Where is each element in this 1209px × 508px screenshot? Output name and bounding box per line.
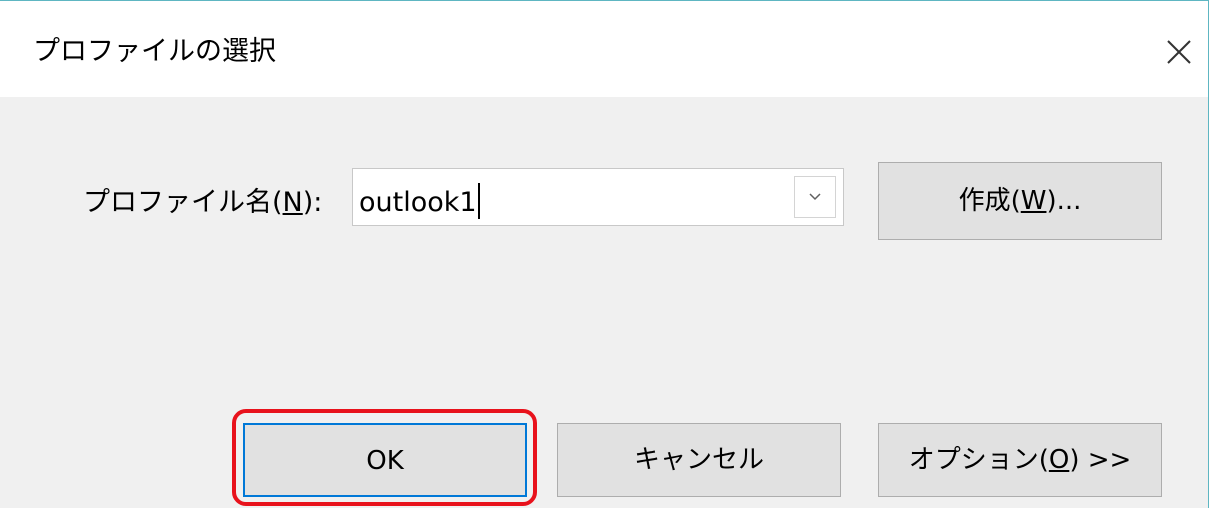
profile-dropdown-button[interactable] <box>794 176 836 218</box>
cancel-label: キャンセル <box>633 445 764 475</box>
ok-button[interactable]: OK <box>243 423 527 497</box>
cancel-button[interactable]: キャンセル <box>557 423 841 497</box>
create-button[interactable]: 作成(W)... <box>878 162 1162 240</box>
create-label-accelerator: W <box>1020 186 1047 216</box>
create-label-prefix: 作成( <box>958 186 1021 216</box>
profile-select-dialog: プロファイルの選択 プロファイル名(N): outlook1 作成(W)... … <box>0 0 1209 508</box>
dialog-title: プロファイルの選択 <box>33 36 276 67</box>
create-label-suffix: )... <box>1046 186 1082 216</box>
profile-name-combobox[interactable]: outlook1 <box>352 168 844 226</box>
profile-label-accelerator: N <box>282 187 303 218</box>
close-icon <box>1167 40 1191 64</box>
profile-name-value: outlook1 <box>359 187 477 218</box>
chevron-down-icon <box>809 193 821 201</box>
options-label-accelerator: O <box>1048 445 1070 475</box>
options-label-prefix: オプション( <box>908 445 1049 475</box>
title-bar: プロファイルの選択 <box>0 1 1208 97</box>
profile-label-prefix: プロファイル名( <box>83 187 283 218</box>
text-caret <box>477 183 480 219</box>
close-button[interactable] <box>1156 29 1200 73</box>
ok-label: OK <box>366 446 404 476</box>
profile-name-input[interactable]: outlook1 <box>359 183 480 219</box>
options-button[interactable]: オプション(O) >> <box>878 423 1162 497</box>
profile-name-label: プロファイル名(N): <box>83 185 322 221</box>
options-label-suffix: ) >> <box>1069 445 1132 475</box>
profile-label-suffix: ): <box>302 187 323 218</box>
